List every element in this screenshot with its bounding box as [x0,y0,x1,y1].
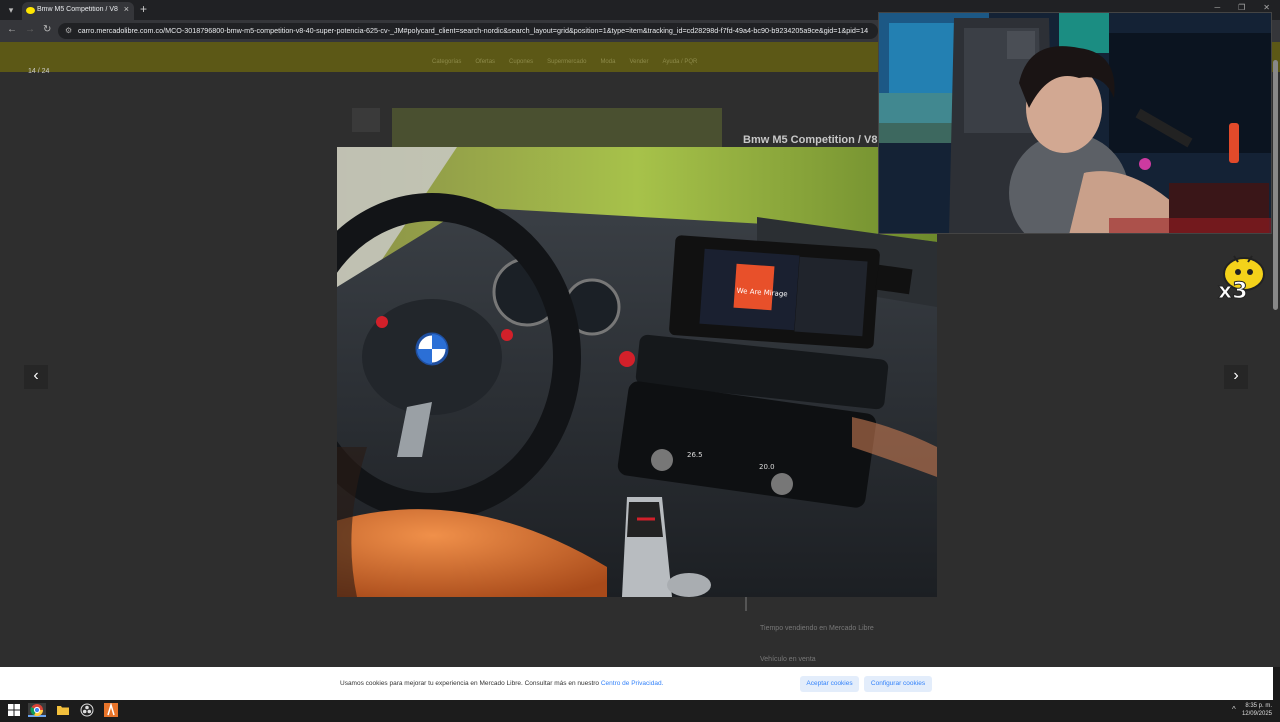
forward-icon[interactable]: → [25,24,35,35]
mercadolibre-favicon-icon [26,7,35,14]
browser-tab[interactable]: Bmw M5 Competition / V8 - 4.0 × [22,2,134,20]
site-info-icon[interactable]: ⚙ [65,26,72,35]
maximize-icon[interactable]: ❐ [1238,3,1245,12]
chevron-right-icon: › [1233,367,1239,384]
minimize-icon[interactable]: ─ [1214,3,1220,12]
tab-title: Bmw M5 Competition / V8 - 4.0 [37,6,119,13]
back-icon[interactable]: ← [7,24,17,35]
webcam-overlay [878,12,1272,234]
bee-emote-icon: x3 [1218,255,1265,305]
image-counter: 14 / 24 [28,68,50,75]
vehicle-sale-text: Vehículo en venta [760,656,816,663]
divider [745,597,747,611]
chrome-icon [30,704,43,717]
windows-start-icon[interactable] [7,703,21,717]
emote-sticker: x3 [1212,252,1268,305]
obs-icon[interactable] [80,703,94,717]
nav-item[interactable]: Ayuda / PQR [662,59,697,65]
cookie-message: Usamos cookies para mejorar tu experienc… [340,680,663,687]
clock-date: 12/09/2025 [1241,711,1272,717]
main-photo-dimmed [392,108,722,148]
windows-taskbar: ^ 8:35 p. m. 12/09/2025 [0,700,1280,720]
nav-item[interactable]: Supermercado [547,59,586,65]
nav-item[interactable]: Categorías [432,59,461,65]
file-explorer-icon[interactable] [56,703,70,717]
window-controls: ─ ❐ ✕ [1214,3,1270,12]
nav-item[interactable]: Ofertas [475,59,495,65]
url-text: carro.mercadolibre.com.co/MCO-3018796800… [78,26,869,35]
multiplier-text: x3 [1218,279,1248,304]
car-interior-photo: We Are Mirage 26.5 20.0 [337,147,937,597]
clock-time: 8:35 p. m. [1245,703,1272,709]
nav-item[interactable]: Cupones [509,59,533,65]
system-clock[interactable]: 8:35 p. m. 12/09/2025 [1242,702,1272,718]
configure-cookies-button[interactable]: Configurar cookies [864,676,932,692]
chevron-left-icon: ‹ [33,367,39,384]
seller-time-text: Tiempo vendiendo en Mercado Libre [760,625,874,632]
privacy-center-link[interactable]: Centro de Privacidad. [601,680,664,687]
thumbnail[interactable] [352,108,380,132]
next-image-button[interactable]: › [1224,365,1248,389]
listing-title: Bmw M5 Competition / V8 [743,134,878,146]
streamer-webcam-image [879,13,1271,233]
prev-image-button[interactable]: ‹ [24,365,48,389]
address-bar[interactable]: ⚙ carro.mercadolibre.com.co/MCO-30187968… [58,23,878,39]
tab-search-icon[interactable]: ▾ [4,3,18,17]
gallery-image: We Are Mirage 26.5 20.0 [337,147,937,597]
climate-right-temp: 20.0 [759,463,775,471]
site-nav: Categorías Ofertas Cupones Supermercado … [432,59,697,65]
close-window-icon[interactable]: ✕ [1263,3,1270,12]
climate-left-temp: 26.5 [687,451,703,459]
tab-close-icon[interactable]: × [124,4,129,14]
taskbar-chrome-active[interactable] [28,703,46,717]
cookie-banner: Usamos cookies para mejorar tu experienc… [0,667,1273,700]
cookie-text: Usamos cookies para mejorar tu experienc… [340,680,600,687]
reload-icon[interactable]: ↻ [43,24,51,35]
new-tab-icon[interactable]: + [140,2,147,16]
page-scrollbar[interactable] [1273,60,1278,310]
accept-cookies-button[interactable]: Aceptar cookies [800,676,859,692]
app-launcher-icon[interactable] [104,703,118,717]
nav-item[interactable]: Moda [600,59,615,65]
nav-item[interactable]: Vender [629,59,648,65]
